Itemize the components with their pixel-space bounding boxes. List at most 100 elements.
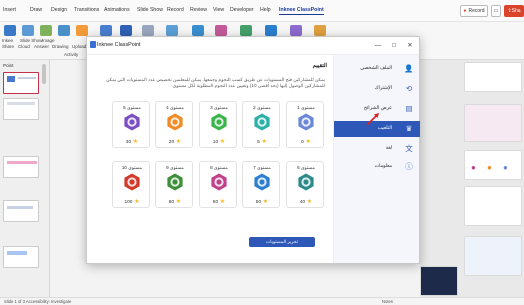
- star-icon: ★: [174, 199, 182, 205]
- thumb-block: [7, 76, 15, 82]
- comment-icon: ▭: [493, 8, 499, 14]
- user-icon: 👤: [404, 64, 414, 73]
- tool-icon-5[interactable]: [240, 25, 252, 36]
- slide-thumb-1[interactable]: [3, 72, 39, 94]
- thumb-line: [7, 102, 35, 105]
- star-icon: ★: [303, 139, 311, 145]
- slideshow-icon[interactable]: [22, 25, 34, 36]
- menu-draw[interactable]: Draw: [30, 7, 42, 13]
- classpoint-icon[interactable]: [4, 25, 16, 36]
- close-button[interactable]: ✕: [403, 39, 417, 51]
- sidebar-item-subscription[interactable]: الإشتراك ⟲: [334, 81, 420, 97]
- slide-preview-6[interactable]: [420, 266, 458, 296]
- ribbon-label-slideshow: Slide Show: [20, 38, 43, 43]
- menu-developer[interactable]: Developer: [230, 7, 254, 13]
- menu-help[interactable]: Help: [260, 7, 271, 13]
- level-card[interactable]: مستوى 3 10 ★: [199, 101, 237, 148]
- menu-review[interactable]: Review: [190, 7, 207, 13]
- slide-preview-5[interactable]: [464, 236, 522, 276]
- star-icon: ★: [259, 139, 267, 145]
- maximize-button[interactable]: □: [387, 39, 401, 51]
- edit-levels-button[interactable]: تحرير المستويات: [249, 237, 315, 247]
- sidebar-item-label: لغة: [385, 146, 392, 151]
- language-icon: 文: [405, 144, 413, 153]
- ribbon-label-cloud: Cloud: [18, 44, 30, 49]
- level-card[interactable]: مستوى 10 100 ★: [112, 161, 150, 208]
- level-card[interactable]: مستوى 5 30 ★: [112, 101, 150, 148]
- menu-slideshow[interactable]: Slide Show: [137, 7, 163, 13]
- scrollbar[interactable]: [42, 64, 46, 84]
- badge-icon: ●: [503, 163, 508, 172]
- ribbon-label-answer: Answer: [34, 44, 50, 49]
- help-circle-icon[interactable]: [314, 25, 326, 36]
- record-button[interactable]: ● Record: [460, 5, 488, 17]
- slide-thumb-2[interactable]: [3, 98, 39, 120]
- gamification-icon: ♛: [405, 124, 413, 133]
- slide-thumb-5[interactable]: [3, 246, 39, 268]
- slide-thumb-4[interactable]: [3, 200, 39, 222]
- image-icon[interactable]: [40, 25, 52, 36]
- slide-preview-2[interactable]: [464, 104, 522, 142]
- minimize-button[interactable]: —: [371, 39, 385, 51]
- slide-preview-1[interactable]: [464, 62, 522, 92]
- level-card[interactable]: مستوى 2 5 ★: [242, 101, 280, 148]
- share-button[interactable]: ⇪ Sha: [504, 5, 524, 17]
- answer-icon[interactable]: [76, 25, 88, 36]
- info-icon: ⓘ: [405, 162, 413, 171]
- menu-design[interactable]: Design: [51, 7, 67, 13]
- tool-icon-3[interactable]: [192, 25, 204, 36]
- level-card[interactable]: مستوى 7 50 ★: [242, 161, 280, 208]
- level-card[interactable]: مستوى 8 60 ★: [199, 161, 237, 208]
- sidebar-item-language[interactable]: لغة 文: [334, 141, 420, 157]
- dialog-title: Inknee ClassPoint: [97, 42, 141, 48]
- record-dot-icon: ●: [463, 8, 467, 14]
- level-label: مستوى 9: [166, 165, 184, 170]
- drawing-icon[interactable]: [100, 25, 112, 36]
- level-label: مستوى 8: [210, 165, 228, 170]
- upload-icon[interactable]: [120, 25, 132, 36]
- level-label: مستوى 4: [166, 105, 184, 110]
- level-stars: 50 ★: [243, 198, 281, 205]
- menu-classpoint[interactable]: Inknee ClassPoint: [279, 7, 324, 15]
- dialog-titlebar: Inknee ClassPoint — □ ✕: [87, 37, 419, 55]
- comments-button[interactable]: ▭: [491, 5, 501, 17]
- level-card[interactable]: مستوى 4 20 ★: [155, 101, 193, 148]
- sidebar-item-label: الملف الشخصي: [360, 66, 392, 71]
- menu-insert[interactable]: Insert: [3, 7, 16, 13]
- tool-icon-2[interactable]: [166, 25, 178, 36]
- menu-bar: Insert Draw Design Transitions Animation…: [0, 0, 524, 22]
- sidebar-item-info[interactable]: معلومات ⓘ: [334, 159, 420, 175]
- level-label: مستوى 3: [210, 105, 228, 110]
- level-card[interactable]: مستوى 6 40 ★: [286, 161, 324, 208]
- status-bar: Slide 1 of 3 Accessibility: Investigate …: [0, 297, 524, 305]
- notes-button[interactable]: Notes: [382, 299, 393, 304]
- level-card[interactable]: مستوى 1 0 ★: [286, 101, 324, 148]
- menu-view[interactable]: View: [213, 7, 224, 13]
- tool-icon-6[interactable]: [265, 25, 277, 36]
- level-badge-icon: [210, 112, 228, 132]
- level-label: مستوى 6: [297, 165, 315, 170]
- level-label: مستوى 10: [121, 165, 143, 170]
- level-badge-icon: [253, 172, 271, 192]
- menu-record[interactable]: Record: [167, 7, 184, 13]
- share-cloud-icon[interactable]: [58, 25, 70, 36]
- level-label: مستوى 7: [253, 165, 271, 170]
- level-stars: 30 ★: [113, 138, 151, 145]
- slide-panel-title: Point: [3, 63, 14, 68]
- menu-animations[interactable]: Animations: [104, 7, 130, 13]
- menu-transitions[interactable]: Transitions: [74, 7, 99, 13]
- sidebar-item-profile[interactable]: الملف الشخصي 👤: [334, 61, 420, 77]
- tool-icon-1[interactable]: [142, 25, 154, 36]
- slide-thumb-3[interactable]: [3, 156, 39, 178]
- section-description: يمكن للمشاركين فتح المستويات عن طريق كسب…: [106, 77, 325, 89]
- level-card[interactable]: مستوى 9 80 ★: [155, 161, 193, 208]
- tool-icon-4[interactable]: [215, 25, 227, 36]
- level-stars: 10 ★: [200, 138, 238, 145]
- slide-preview-3[interactable]: ● ● ●: [464, 150, 522, 180]
- classpoint-logo-icon: [90, 41, 96, 48]
- status-left: Slide 1 of 3 Accessibility: Investigate: [4, 299, 72, 304]
- level-badge-icon: [253, 112, 271, 132]
- slide-preview-4[interactable]: [464, 186, 522, 226]
- level-label: مستوى 2: [253, 105, 271, 110]
- tool-icon-7[interactable]: [290, 25, 302, 36]
